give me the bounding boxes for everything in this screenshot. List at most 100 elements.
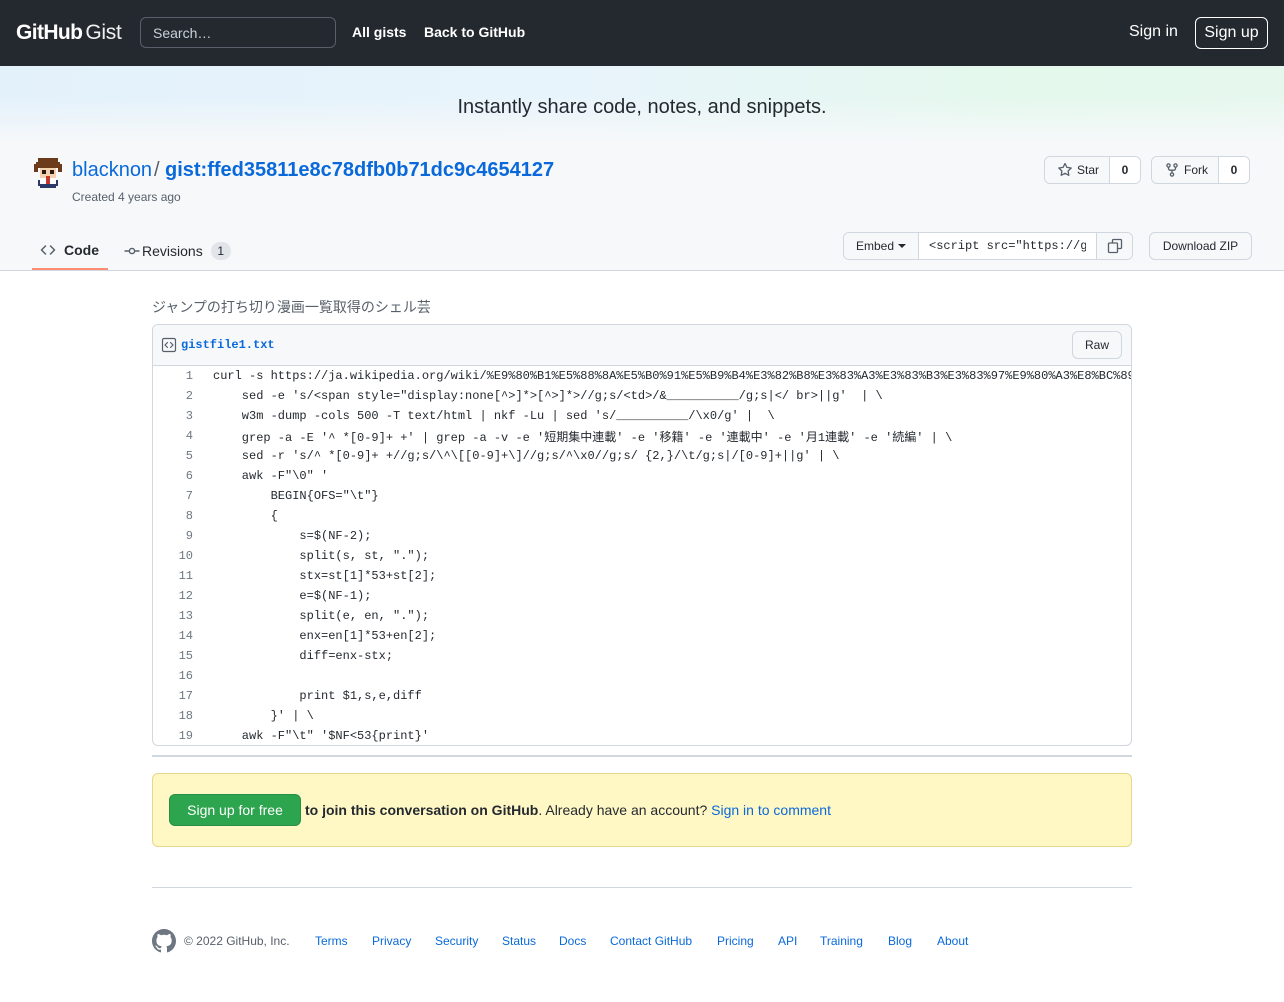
gist-owner-link[interactable]: blacknon <box>72 159 152 182</box>
footer-link-contact[interactable]: Contact GitHub <box>610 934 692 948</box>
site-header: GitHub Gist All gists Back to GitHub Sig… <box>0 0 1284 66</box>
nav-all-gists[interactable]: All gists <box>352 24 406 40</box>
star-label: Star <box>1077 163 1100 177</box>
raw-button[interactable]: Raw <box>1072 331 1122 359</box>
tab-code[interactable]: Code <box>32 232 108 270</box>
fork-button[interactable]: Fork <box>1152 157 1219 183</box>
line-number[interactable]: 17 <box>153 689 203 703</box>
copy-button[interactable] <box>1096 233 1132 259</box>
logo-gist-text: Gist <box>85 21 122 44</box>
footer-link-docs[interactable]: Docs <box>559 934 586 948</box>
line-number[interactable]: 12 <box>153 589 203 603</box>
line-content: e=$(NF-1); <box>213 589 372 603</box>
fork-count[interactable]: 0 <box>1219 157 1249 183</box>
code-block: 1 curl -s https://ja.wikipedia.org/wiki/%… <box>153 366 1131 745</box>
line-content: }' | \ <box>213 709 314 723</box>
banner-text: Instantly share code, notes, and snippet… <box>457 96 827 118</box>
download-zip-button[interactable]: Download ZIP <box>1149 232 1252 260</box>
line-number[interactable]: 19 <box>153 729 203 743</box>
footer-link-blog[interactable]: Blog <box>888 934 912 948</box>
code-line: 10 split(s, st, "."); <box>153 546 1131 566</box>
logo-github-text: GitHub <box>16 21 83 44</box>
footer-link-status[interactable]: Status <box>502 934 536 948</box>
fork-icon <box>1166 163 1178 177</box>
line-number[interactable]: 15 <box>153 649 203 663</box>
embed-code-input[interactable] <box>919 233 1096 259</box>
sign-up-for-free-button[interactable]: Sign up for free <box>169 794 301 826</box>
line-number[interactable]: 10 <box>153 549 203 563</box>
code-line: 3 w3m -dump -cols 500 -T text/html | nkf… <box>153 406 1131 426</box>
gist-description: ジャンプの打ち切り漫画一覧取得のシェル芸 <box>152 299 431 315</box>
code-line: 2 sed -e 's/<span style="display:none[^>… <box>153 386 1131 406</box>
code-line: 8 { <box>153 506 1131 526</box>
footer-link-pricing[interactable]: Pricing <box>717 934 754 948</box>
footer-link-privacy[interactable]: Privacy <box>372 934 411 948</box>
line-number[interactable]: 2 <box>153 389 203 403</box>
line-number[interactable]: 4 <box>153 429 203 443</box>
line-number[interactable]: 1 <box>153 369 203 383</box>
avatar[interactable] <box>32 156 64 188</box>
gist-id-link[interactable]: gist:ffed35811e8c78dfb0b71dc9c4654127 <box>165 159 554 182</box>
code-line: 18 }' | \ <box>153 706 1131 726</box>
github-mark-icon[interactable] <box>152 929 176 953</box>
nav-back-to-github[interactable]: Back to GitHub <box>424 24 525 40</box>
star-button[interactable]: Star <box>1045 157 1111 183</box>
line-number[interactable]: 6 <box>153 469 203 483</box>
line-number[interactable]: 9 <box>153 529 203 543</box>
line-content: sed -r 's/^ *[0-9]+ +//g;s/\^\[[0-9]+\]/… <box>213 449 840 463</box>
star-count[interactable]: 0 <box>1110 157 1141 183</box>
code-line: 19 awk -F"\t" '$NF<53{print}' <box>153 726 1131 745</box>
code-line: 16 <box>153 666 1131 686</box>
code-line: 5 sed -r 's/^ *[0-9]+ +//g;s/\^\[[0-9]+\… <box>153 446 1131 466</box>
line-number[interactable]: 16 <box>153 669 203 683</box>
line-number[interactable]: 8 <box>153 509 203 523</box>
prompt-bold-text: to join this conversation on GitHub <box>305 802 539 818</box>
sign-in-link[interactable]: Sign in <box>1129 23 1178 41</box>
footer-link-security[interactable]: Security <box>435 934 478 948</box>
code-line: 15 diff=enx-stx; <box>153 646 1131 666</box>
line-number[interactable]: 13 <box>153 609 203 623</box>
footer-link-training[interactable]: Training <box>820 934 863 948</box>
code-line: 1 curl -s https://ja.wikipedia.org/wiki/%… <box>153 366 1131 386</box>
code-line: 17 print $1,s,e,diff <box>153 686 1131 706</box>
line-content: grep -a -E '^ *[0-9]+ +' | grep -a -v -e… <box>213 430 953 445</box>
code-line: 14 enx=en[1]*53+en[2]; <box>153 626 1131 646</box>
line-content: s=$(NF-2); <box>213 529 372 543</box>
sign-in-to-comment-link[interactable]: Sign in to comment <box>711 802 831 818</box>
line-number[interactable]: 14 <box>153 629 203 643</box>
revisions-count: 1 <box>210 242 231 260</box>
footer-link-terms[interactable]: Terms <box>315 934 348 948</box>
line-content: BEGIN{OFS="\t"} <box>213 489 379 503</box>
code-line: 12 e=$(NF-1); <box>153 586 1131 606</box>
search-input[interactable] <box>140 17 336 48</box>
line-number[interactable]: 11 <box>153 569 203 583</box>
tab-revisions[interactable]: Revisions 1 <box>124 232 231 270</box>
code-line: 13 split(e, en, "."); <box>153 606 1131 626</box>
code-line: 6 awk -F"\0" ' <box>153 466 1131 486</box>
line-number[interactable]: 7 <box>153 489 203 503</box>
line-number[interactable]: 5 <box>153 449 203 463</box>
footer-link-about[interactable]: About <box>937 934 968 948</box>
embed-dropdown-button[interactable]: Embed <box>844 233 919 259</box>
code-line: 9 s=$(NF-2); <box>153 526 1131 546</box>
file-header: gistfile1.txt Raw <box>153 325 1131 366</box>
discussion-divider <box>152 755 1132 757</box>
line-content: sed -e 's/<span style="display:none[^>]*… <box>213 389 883 403</box>
sign-up-button[interactable]: Sign up <box>1195 17 1268 49</box>
line-content: split(s, st, "."); <box>213 549 430 563</box>
line-number[interactable]: 18 <box>153 709 203 723</box>
gist-logo[interactable]: GitHub Gist <box>16 20 122 46</box>
file-name-link[interactable]: gistfile1.txt <box>181 338 275 352</box>
file-code-icon <box>161 337 177 353</box>
code-icon <box>40 245 56 255</box>
line-number[interactable]: 3 <box>153 409 203 423</box>
line-content: awk -F"\t" '$NF<53{print}' <box>213 729 430 743</box>
footer-divider <box>152 887 1132 888</box>
code-line: 4 grep -a -E '^ *[0-9]+ +' | grep -a -v … <box>153 426 1131 446</box>
created-timestamp: Created 4 years ago <box>72 190 181 204</box>
line-content: print $1,s,e,diff <box>213 689 422 703</box>
embed-label: Embed <box>855 239 895 253</box>
fork-label: Fork <box>1184 163 1208 177</box>
footer-link-api[interactable]: API <box>778 934 797 948</box>
copy-icon <box>1107 238 1122 254</box>
